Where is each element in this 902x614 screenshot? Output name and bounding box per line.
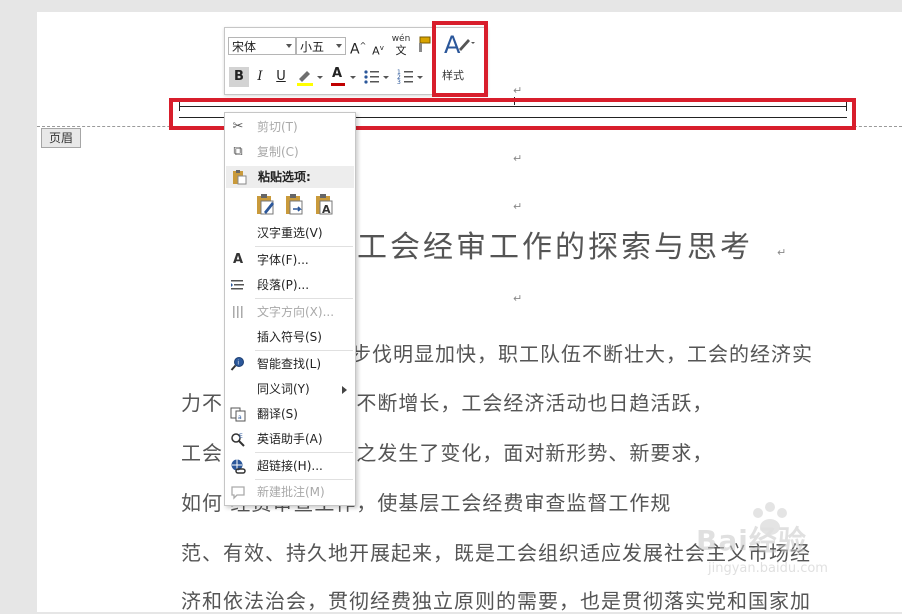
menu-item-smart-lookup[interactable]: i 智能查找(L) bbox=[225, 352, 355, 376]
menu-item-paragraph[interactable]: 段落(P)... bbox=[225, 273, 355, 297]
font-icon: A bbox=[232, 252, 244, 267]
body-line[interactable]: 济和依法治会，贯彻经费独立原则的需要，也是贯彻落实党和国家加 bbox=[181, 585, 811, 614]
styles-highlight-box bbox=[432, 21, 488, 97]
translate-icon: a bbox=[230, 406, 246, 422]
bold-button[interactable]: B bbox=[229, 67, 249, 87]
watermark-url: jingyan.baidu.com bbox=[708, 561, 828, 576]
text-direction-icon bbox=[230, 304, 246, 320]
paragraph-mark: ↵ bbox=[513, 84, 523, 97]
highlighter-icon bbox=[297, 71, 323, 86]
paste-merge-icon bbox=[286, 194, 303, 215]
chevron-down-icon bbox=[336, 44, 342, 48]
menu-separator bbox=[255, 452, 353, 453]
numbered-list-icon: 123 bbox=[397, 69, 423, 86]
chevron-down-icon bbox=[286, 44, 292, 48]
font-name-combo[interactable]: 宋体 bbox=[228, 37, 296, 55]
menu-separator bbox=[255, 246, 353, 247]
clipboard-icon bbox=[231, 169, 247, 185]
menu-item-copy[interactable]: ⧉ 复制(C) bbox=[225, 140, 355, 164]
baidu-watermark: Bai经验 jingyan.baidu.com bbox=[688, 495, 888, 585]
font-color-button[interactable]: A bbox=[329, 66, 359, 87]
paragraph-mark: ↵ bbox=[513, 292, 523, 305]
svg-text:E: E bbox=[239, 433, 243, 440]
context-menu: ✂ 剪切(T) ⧉ 复制(C) 粘贴选项: A 汉字重选(V) A 字体(F).… bbox=[224, 112, 356, 506]
svg-text:A: A bbox=[322, 203, 331, 216]
font-size-combo[interactable]: 小五 bbox=[296, 37, 346, 55]
menu-item-reconvert[interactable]: 汉字重选(V) bbox=[225, 221, 355, 245]
underline-button[interactable]: U bbox=[273, 67, 289, 87]
format-painter-icon bbox=[419, 36, 431, 52]
phonetic-guide-button[interactable]: wén 文 bbox=[391, 34, 411, 58]
grow-font-button[interactable]: A^ bbox=[350, 36, 366, 58]
menu-item-hyperlink[interactable]: 超链接(H)... bbox=[225, 454, 355, 478]
shrink-font-button[interactable]: Av bbox=[371, 38, 385, 58]
comment-icon bbox=[230, 484, 246, 500]
paste-text-only-button[interactable]: A bbox=[315, 193, 337, 217]
copy-icon: ⧉ bbox=[233, 144, 243, 159]
document-title[interactable]: 工会经审工作的探索与思考 bbox=[357, 222, 753, 266]
menu-item-translate[interactable]: a 翻译(S) bbox=[225, 402, 355, 426]
chevron-right-icon bbox=[342, 386, 347, 394]
hyperlink-icon bbox=[230, 458, 246, 474]
bullet-list-icon bbox=[364, 70, 389, 84]
scissors-icon: ✂ bbox=[232, 119, 244, 134]
menu-item-cut[interactable]: ✂ 剪切(T) bbox=[225, 115, 355, 139]
paragraph-mark: ↵ bbox=[513, 152, 523, 165]
italic-button[interactable]: I bbox=[252, 67, 268, 87]
paragraph-mark: ↵ bbox=[513, 200, 523, 213]
menu-item-english-assistant[interactable]: E 英语助手(A) bbox=[225, 427, 355, 451]
bullets-button[interactable] bbox=[363, 67, 393, 87]
menu-item-text-direction[interactable]: 文字方向(X)... bbox=[225, 300, 355, 324]
menu-separator bbox=[255, 298, 353, 299]
header-label: 页眉 bbox=[41, 128, 81, 148]
paste-keep-format-icon bbox=[257, 194, 274, 215]
menu-separator bbox=[255, 350, 353, 351]
format-painter-button[interactable] bbox=[415, 36, 433, 56]
english-assistant-icon: E bbox=[230, 431, 246, 447]
paste-merge-format-button[interactable] bbox=[285, 193, 307, 217]
paste-keep-source-button[interactable] bbox=[256, 193, 278, 217]
svg-text:3: 3 bbox=[397, 79, 401, 86]
paragraph-mark: ↵ bbox=[777, 246, 787, 259]
menu-item-insert-symbol[interactable]: 插入符号(S) bbox=[225, 325, 355, 349]
numbering-button[interactable]: 123 bbox=[397, 67, 427, 87]
paste-options-header: 粘贴选项: bbox=[226, 166, 354, 188]
paragraph-icon bbox=[230, 277, 246, 293]
menu-item-synonyms[interactable]: 同义词(Y) bbox=[225, 377, 355, 401]
paste-text-icon: A bbox=[316, 194, 333, 216]
watermark-brand: Bai经验 bbox=[696, 524, 807, 557]
font-size-value: 小五 bbox=[300, 40, 325, 54]
svg-text:a: a bbox=[238, 414, 242, 421]
menu-item-new-comment[interactable]: 新建批注(M) bbox=[225, 480, 355, 504]
highlight-button[interactable] bbox=[295, 67, 325, 87]
search-icon: i bbox=[230, 356, 246, 372]
menu-item-font[interactable]: A 字体(F)... bbox=[225, 248, 355, 272]
font-name-value: 宋体 bbox=[232, 40, 257, 54]
